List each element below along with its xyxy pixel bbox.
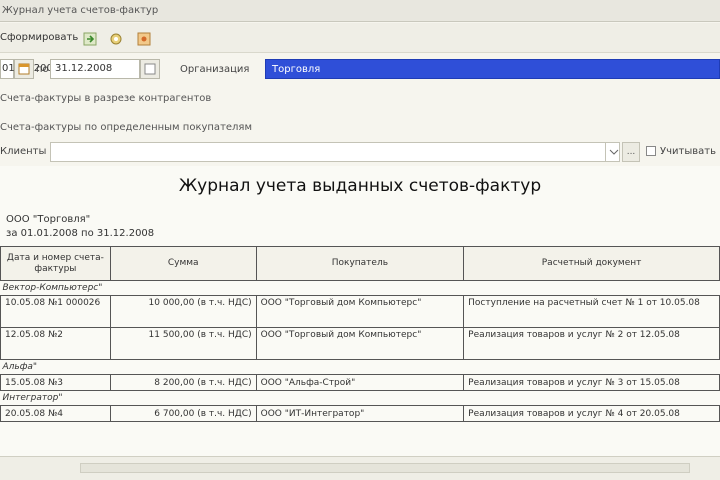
client-label: Клиенты	[0, 146, 47, 157]
cell-document: Реализация товаров и услуг № 2 от 12.05.…	[463, 327, 720, 360]
period-from-input[interactable]: 01.01.2008	[0, 59, 59, 79]
calendar-to-button[interactable]	[140, 59, 160, 79]
window-titlebar: Журнал учета счетов-фактур	[0, 0, 720, 22]
table-row[interactable]: 12.05.08 №2 11 500,00 (в т.ч. НДС) ООО "…	[0, 327, 720, 360]
cell-sum: 8 200,00 (в т.ч. НДС)	[109, 374, 257, 391]
cell-number: 12.05.08 №2	[0, 327, 111, 360]
calendar-from-button[interactable]	[14, 59, 34, 79]
toolbar: Сформировать	[0, 23, 720, 53]
gear-icon[interactable]	[106, 29, 124, 47]
option-by-counterparty[interactable]: Счета-фактуры в разрезе контрагентов	[0, 93, 211, 104]
cell-buyer: ООО "Торговый дом Компьютерс"	[255, 295, 465, 328]
group-header: Вектор-Компьютерс"	[2, 283, 103, 293]
select-client-button[interactable]: ...	[622, 142, 640, 162]
option-by-buyers[interactable]: Счета-фактуры по определенным покупателя…	[0, 122, 252, 133]
table-row[interactable]: 20.05.08 №4 6 700,00 (в т.ч. НДС) ООО "И…	[0, 405, 720, 422]
report-organization: ООО "Торговля"	[6, 214, 91, 225]
filter-bar: 01.01.2008 по 31.12.2008 Организация Тор…	[0, 55, 720, 87]
account-checkbox-label: Учитывать	[660, 146, 716, 157]
table-header-row: Дата и номер счета-фактуры Сумма Покупат…	[0, 246, 720, 281]
cell-document: Поступление на расчетный счет № 1 от 10.…	[463, 295, 720, 328]
report-title: Журнал учета выданных счетов-фактур	[178, 176, 542, 196]
cell-sum: 11 500,00 (в т.ч. НДС)	[109, 327, 257, 360]
cell-number: 20.05.08 №4	[0, 405, 111, 422]
cell-buyer: ООО "Торговый дом Компьютерс"	[255, 327, 465, 360]
period-to-input[interactable]: 31.12.2008	[50, 59, 140, 79]
column-header-buyer: Покупатель	[255, 246, 465, 281]
generate-button[interactable]: Сформировать	[0, 32, 78, 43]
help-icon[interactable]	[134, 29, 152, 47]
report-area: Журнал учета выданных счетов-фактур ООО …	[0, 166, 720, 456]
client-input[interactable]	[50, 142, 620, 162]
account-checkbox[interactable]	[646, 146, 656, 156]
organization-label: Организация	[180, 64, 250, 75]
green-arrow-icon[interactable]	[80, 29, 98, 47]
cell-buyer: ООО "Альфа-Строй"	[255, 374, 465, 391]
group-header: Альфа"	[2, 362, 38, 372]
cell-number: 10.05.08 №1 000026	[0, 295, 111, 328]
cell-sum: 10 000,00 (в т.ч. НДС)	[109, 295, 257, 328]
column-header-sum: Сумма	[109, 246, 257, 281]
report-period: за 01.01.2008 по 31.12.2008	[6, 228, 155, 239]
status-bar	[0, 456, 720, 480]
cell-buyer: ООО "ИТ-Интегратор"	[255, 405, 465, 422]
group-header: Интегратор"	[2, 393, 63, 403]
column-header-document: Расчетный документ	[463, 246, 720, 281]
client-filter-row: Клиенты ... Учитывать	[0, 142, 720, 164]
column-header-number: Дата и номер счета-фактуры	[0, 246, 111, 281]
cell-sum: 6 700,00 (в т.ч. НДС)	[109, 405, 257, 422]
table-row[interactable]: 10.05.08 №1 000026 10 000,00 (в т.ч. НДС…	[0, 295, 720, 328]
organization-input[interactable]: Торговля	[265, 59, 720, 79]
window-title: Журнал учета счетов-фактур	[2, 5, 159, 16]
invoice-table: Дата и номер счета-фактуры Сумма Покупат…	[0, 246, 720, 422]
horizontal-scrollbar[interactable]	[80, 463, 690, 473]
cell-document: Реализация товаров и услуг № 3 от 15.05.…	[463, 374, 720, 391]
cell-number: 15.05.08 №3	[0, 374, 111, 391]
period-separator: по	[36, 64, 49, 75]
cell-document: Реализация товаров и услуг № 4 от 20.05.…	[463, 405, 720, 422]
table-row[interactable]: 15.05.08 №3 8 200,00 (в т.ч. НДС) ООО "А…	[0, 374, 720, 391]
chevron-down-icon[interactable]	[605, 142, 621, 162]
